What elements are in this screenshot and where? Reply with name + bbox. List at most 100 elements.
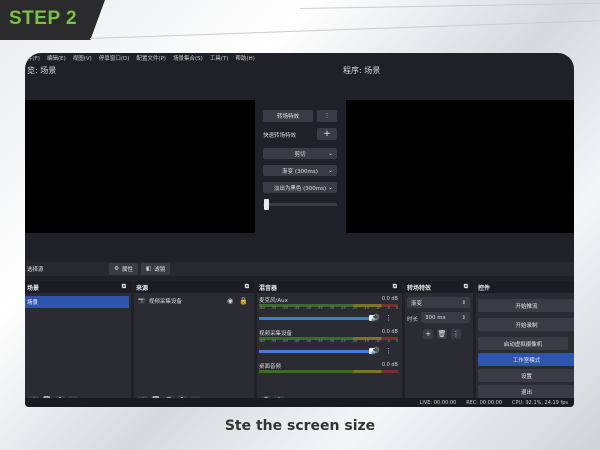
channel-db: 0.0 dB bbox=[381, 329, 398, 335]
start-recording-button[interactable]: 开始录制 bbox=[478, 318, 574, 331]
fade-label: 渐变 (300ms) bbox=[282, 168, 318, 175]
source-toolbar: 选择源 ⚙ 属性 ◧ 滤镜 bbox=[25, 262, 574, 276]
speaker-icon[interactable]: 🔊 bbox=[371, 314, 380, 322]
quick-transition-fade[interactable]: 渐变 (300ms) ⌄ bbox=[263, 165, 337, 176]
volume-meter bbox=[259, 370, 398, 373]
menu-bar: 件(F) 编辑(E) 视图(V) 停靠窗口(D) 配置文件(P) 场景集合(S)… bbox=[25, 53, 574, 63]
plus-icon: + bbox=[425, 329, 431, 338]
transition-menu-button[interactable]: ⋮ bbox=[451, 329, 461, 339]
sources-title: 来源 bbox=[136, 284, 149, 292]
scenes-dock: 场景⧉ 场景 + 🗑 ⌃ ⌄ bbox=[25, 281, 131, 407]
speaker-icon[interactable]: 🔊 bbox=[371, 347, 380, 355]
menu-help[interactable]: 帮助(H) bbox=[235, 54, 254, 62]
status-bar: LIVE: 00:00:00 REC: 00:00:00 CPU: 92.1%,… bbox=[25, 398, 574, 407]
mixer-channel: 桌面音频 0.0 dB bbox=[259, 362, 398, 392]
transitions-title: 转场特效 bbox=[407, 284, 432, 292]
menu-file[interactable]: 件(F) bbox=[27, 54, 40, 62]
caption: Ste the screen size bbox=[224, 418, 376, 434]
filter-icon: ◧ bbox=[146, 266, 152, 272]
undock-icon[interactable]: ⧉ bbox=[464, 283, 468, 291]
menu-docks[interactable]: 停靠窗口(D) bbox=[99, 54, 130, 62]
kebab-icon[interactable]: ⋮ bbox=[385, 314, 392, 322]
transitions-dock: 转场特效 ⧉ 渐变 ⇕ 时长 300 ms ⇕ + 🗑 ⋮ bbox=[405, 281, 473, 407]
cut-label: 剪切 bbox=[294, 151, 306, 158]
duration-input[interactable]: 300 ms ⇕ bbox=[421, 312, 470, 323]
plus-icon: + bbox=[323, 129, 331, 139]
updown-icon: ⇕ bbox=[461, 314, 466, 321]
menu-scene-collection[interactable]: 场景集合(S) bbox=[173, 54, 203, 62]
eye-icon[interactable]: ◉ bbox=[227, 297, 233, 305]
channel-db: 0.0 dB bbox=[381, 296, 398, 302]
decor-line bbox=[89, 20, 600, 39]
transition-menu-button[interactable]: ⋮ bbox=[317, 110, 337, 122]
remove-transition-button[interactable]: 🗑 bbox=[437, 329, 447, 339]
quick-transition-fade-black[interactable]: 淡出为黑色 (300ms) ⌄ bbox=[263, 182, 337, 193]
controls-dock: 控件 开始推流 开始录制 启动虚拟摄像机 工作室模式 设置 退出 bbox=[476, 281, 574, 407]
meter-scale: -60 -55 -50 -45 -40 -35 -30 -25 -20 -15 -10 -5 0 bbox=[259, 339, 398, 343]
settings-button[interactable]: 设置 bbox=[478, 369, 574, 382]
channel-name: 视频采集设备 bbox=[259, 331, 293, 337]
start-streaming-button[interactable]: 开始推流 bbox=[478, 299, 574, 312]
volume-fader[interactable] bbox=[259, 350, 371, 353]
properties-label: 属性 bbox=[121, 267, 133, 273]
add-quick-transition-button[interactable]: + bbox=[317, 128, 337, 140]
quick-transitions-label: 快速转场特效 bbox=[263, 133, 297, 139]
kebab-icon: ⋮ bbox=[324, 113, 330, 119]
undock-icon[interactable]: ⧉ bbox=[245, 283, 249, 291]
filters-button[interactable]: ◧ 滤镜 bbox=[141, 263, 171, 275]
menu-tools[interactable]: 工具(T) bbox=[210, 54, 229, 62]
add-transition-button[interactable]: + bbox=[423, 329, 433, 339]
controls-title: 控件 bbox=[478, 284, 491, 292]
duration-value: 300 ms bbox=[425, 314, 446, 321]
exit-button[interactable]: 退出 bbox=[478, 385, 574, 398]
scene-item[interactable]: 场景 bbox=[25, 296, 129, 308]
menu-edit[interactable]: 编辑(E) bbox=[47, 54, 66, 62]
start-virtual-camera-button[interactable]: 启动虚拟摄像机 bbox=[478, 337, 568, 350]
channel-name: 麦克风/Aux bbox=[259, 298, 288, 304]
meter-scale: -60 -55 -50 -45 -40 -35 -30 -25 -20 -15 -10 -5 0 bbox=[259, 306, 398, 310]
lock-icon[interactable]: 🔒 bbox=[239, 297, 248, 305]
mixer-dock: 混音器 ⧉ 麦克风/Aux 0.0 dB -60 -55 -50 -45 -40 -35 -3… bbox=[257, 281, 402, 407]
fade-black-label: 淡出为黑色 (300ms) bbox=[273, 185, 327, 192]
preview-canvas[interactable] bbox=[25, 100, 255, 233]
kebab-icon: ⋮ bbox=[452, 329, 460, 338]
duration-label: 时长 bbox=[407, 317, 419, 323]
transition-selected: 渐变 bbox=[411, 300, 423, 307]
source-name: 视频采集设备 bbox=[148, 299, 182, 305]
cpu-status: CPU: 92.1%, 24.19 fps bbox=[512, 399, 568, 406]
undock-icon[interactable]: ⧉ bbox=[393, 283, 397, 291]
volume-fader[interactable] bbox=[259, 317, 371, 320]
rec-status: REC: 00:00:00 bbox=[466, 399, 503, 406]
chevron-down-icon: ⌄ bbox=[327, 167, 333, 174]
chevron-down-icon: ⌄ bbox=[327, 184, 333, 191]
source-item[interactable]: 📷 视频采集设备 ◉ 🔒 bbox=[134, 295, 254, 307]
updown-icon: ⇕ bbox=[461, 299, 466, 306]
properties-button[interactable]: ⚙ 属性 bbox=[109, 263, 138, 275]
menu-view[interactable]: 视图(V) bbox=[73, 54, 92, 62]
chevron-down-icon: ⌄ bbox=[327, 150, 333, 157]
kebab-icon[interactable]: ⋮ bbox=[385, 347, 392, 355]
step-title: STEP 2 bbox=[9, 8, 78, 29]
camera-icon: 📷 bbox=[138, 298, 145, 304]
quick-transition-cut[interactable]: 剪切 ⌄ bbox=[263, 148, 337, 159]
mixer-channel: 视频采集设备 0.0 dB -60 -55 -50 -45 -40 -35 -30 -25 -2… bbox=[259, 329, 398, 359]
decor-line bbox=[299, 2, 600, 9]
filters-label: 滤镜 bbox=[154, 267, 166, 273]
transition-button[interactable]: 转场特效 bbox=[263, 110, 313, 122]
preview-label: 览: 场景 bbox=[27, 66, 57, 75]
mixer-channel: 麦克风/Aux 0.0 dB -60 -55 -50 -45 -40 -35 -30 -25-… bbox=[259, 296, 398, 326]
channel-db: 0.0 dB bbox=[381, 362, 398, 368]
t-bar-handle[interactable] bbox=[264, 199, 269, 210]
studio-mode-button[interactable]: 工作室模式 bbox=[478, 353, 574, 366]
live-status: LIVE: 00:00:00 bbox=[419, 399, 457, 406]
transition-select[interactable]: 渐变 ⇕ bbox=[407, 297, 470, 308]
mixer-title: 混音器 bbox=[259, 284, 278, 292]
program-canvas[interactable] bbox=[346, 100, 574, 233]
trash-icon: 🗑 bbox=[437, 329, 447, 338]
menu-profile[interactable]: 配置文件(P) bbox=[136, 54, 166, 62]
no-source-label: 选择源 bbox=[27, 267, 44, 273]
undock-icon[interactable]: ⧉ bbox=[122, 283, 126, 291]
sources-dock: 来源⧉ 📷 视频采集设备 ◉🔒 + 🗑 ⚙ ⌃ ⌄ bbox=[134, 281, 254, 407]
channel-name: 桌面音频 bbox=[259, 364, 282, 370]
scenes-title: 场景 bbox=[27, 284, 40, 292]
